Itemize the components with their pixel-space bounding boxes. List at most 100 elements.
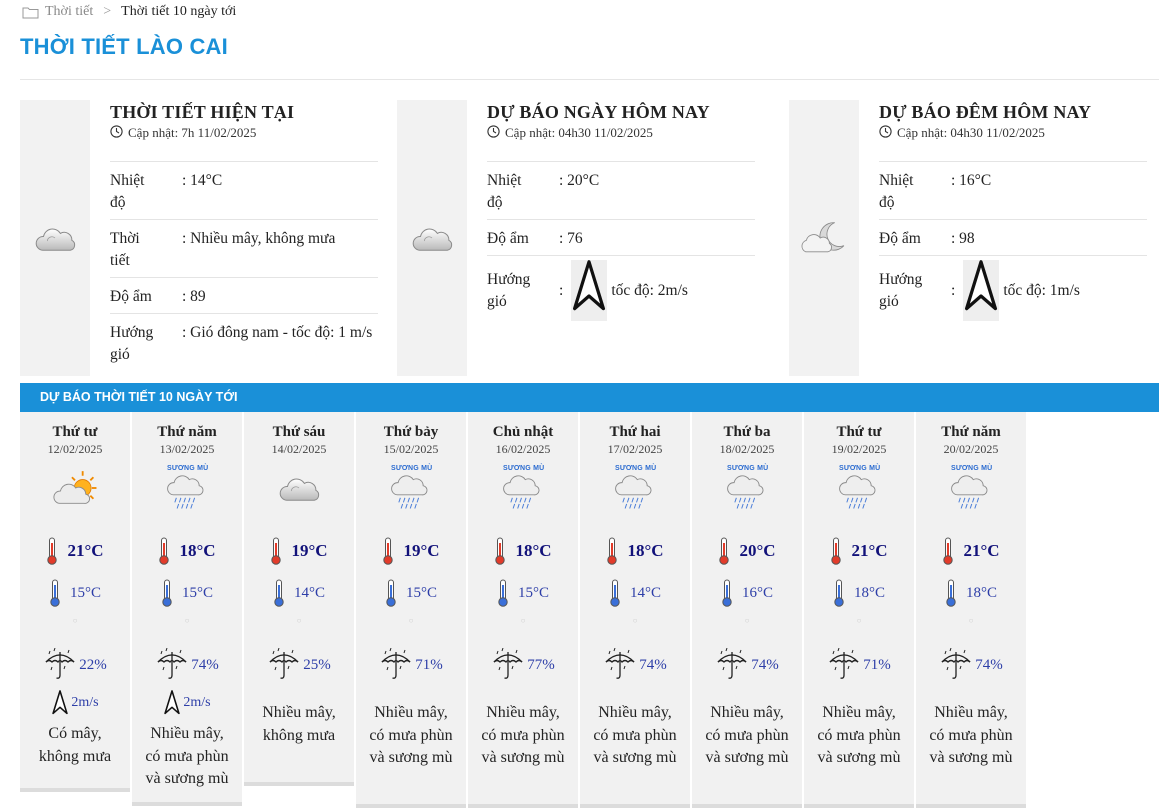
wind-speed: 2m/s bbox=[183, 695, 211, 710]
rain-chance-value: 74% bbox=[639, 656, 667, 673]
clock-icon bbox=[487, 124, 505, 142]
day-description: Nhiều mây, có mưa phùn và sương mù bbox=[804, 702, 914, 770]
day-card-shadow bbox=[804, 804, 914, 808]
panel-row-value-cell: : 76 bbox=[559, 228, 755, 250]
rain-chance-value: 74% bbox=[191, 656, 219, 673]
panel-row-key: Hướng gió bbox=[110, 324, 154, 363]
temp-max-value: 18°C bbox=[515, 541, 552, 560]
temp-min-value: 15°C bbox=[517, 584, 549, 601]
weather-panel-3: DỰ BÁO ĐÊM HÔM NAY Cập nhật: 04h30 11/02… bbox=[789, 100, 1159, 376]
temp-min: 16°C bbox=[692, 579, 802, 607]
temp-max: 21°C bbox=[20, 537, 130, 565]
panel-row-key: Độ ẩm bbox=[487, 230, 529, 247]
rain-chance: 74% bbox=[692, 648, 802, 682]
wind-spacer bbox=[468, 682, 578, 696]
day-description-line: Nhiều mây, bbox=[710, 704, 784, 721]
temp-max: 18°C bbox=[580, 537, 690, 565]
breadcrumb-home-link[interactable]: Thời tiết bbox=[45, 4, 93, 20]
day-description-line: Nhiều mây, bbox=[598, 704, 672, 721]
temp-min: 15°C bbox=[20, 579, 130, 607]
temp-min-value: 14°C bbox=[629, 584, 661, 601]
temp-min-value: 18°C bbox=[853, 584, 885, 601]
panel-title: THỜI TIẾT HIỆN TẠI bbox=[110, 102, 295, 122]
panel-row: Thời tiết : Nhiều mây, không mưa bbox=[110, 220, 378, 278]
temp-min-value: 16°C bbox=[741, 584, 773, 601]
panel-row-key: Độ ẩm bbox=[110, 288, 152, 305]
wind-spacer bbox=[580, 682, 690, 696]
day-description-line: và sương mù bbox=[929, 749, 1013, 766]
panel-row-value: : 16°C bbox=[951, 172, 992, 189]
day-name: Chủ nhật bbox=[492, 424, 554, 440]
day-description-line: và sương mù bbox=[705, 749, 789, 766]
forecast-day-7[interactable]: Thứ ba 18/02/2025 SƯƠNG MÙ 20°C 16°C ○ 7… bbox=[692, 412, 802, 808]
temp-min: 15°C bbox=[132, 579, 242, 607]
forecast-day-5[interactable]: Chủ nhật 16/02/2025 SƯƠNG MÙ 18°C 15°C ○ bbox=[468, 412, 578, 808]
temp-min-value: 14°C bbox=[293, 584, 325, 601]
rain-chance-value: 71% bbox=[863, 656, 891, 673]
day-name: Thứ năm bbox=[157, 424, 217, 440]
fog-rain-icon: SƯƠNG MÙ bbox=[804, 460, 914, 516]
umbrella-rain-icon bbox=[827, 648, 863, 682]
panel-update-time: Cập nhật: 04h30 11/02/2025 bbox=[879, 124, 1147, 162]
panel-row-key: Nhiệt độ bbox=[110, 172, 145, 211]
forecast-day-9[interactable]: Thứ năm 20/02/2025 SƯƠNG MÙ 21°C 18°C ○ bbox=[916, 412, 1026, 808]
temp-max-value: 21°C bbox=[963, 541, 1000, 560]
moon-cloud-icon bbox=[789, 100, 859, 376]
day-date: 15/02/2025 bbox=[383, 442, 439, 456]
panel-row-value: : Nhiều mây, không mưa bbox=[182, 230, 336, 247]
day-description-line: Nhiều mây, bbox=[150, 725, 224, 742]
forecast-day-6[interactable]: Thứ hai 17/02/2025 SƯƠNG MÙ 18°C 14°C ○ bbox=[580, 412, 690, 808]
umbrella-rain-icon bbox=[491, 648, 527, 682]
wind-arrow-icon bbox=[51, 690, 69, 716]
cloudy-icon bbox=[20, 100, 90, 376]
day-description-line: Nhiều mây, bbox=[822, 704, 896, 721]
dot-marker: ○ bbox=[184, 616, 190, 625]
day-description-line: và sương mù bbox=[145, 770, 229, 787]
rain-chance: 74% bbox=[916, 648, 1026, 682]
day-description-line: có mưa phùn bbox=[705, 726, 789, 744]
rain-chance: 22% bbox=[20, 648, 130, 682]
umbrella-rain-icon bbox=[43, 648, 79, 682]
wind-spacer bbox=[804, 682, 914, 696]
update-text: Cập nhật: 04h30 11/02/2025 bbox=[897, 125, 1045, 140]
temp-min: 14°C bbox=[244, 579, 354, 607]
temp-min-value: 15°C bbox=[405, 584, 437, 601]
fog-rain-icon: SƯƠNG MÙ bbox=[356, 460, 466, 516]
forecast-grid: Thứ tư 12/02/2025 21°C 15°C ○ 22% 2m/s C bbox=[20, 412, 1159, 811]
umbrella-rain-icon bbox=[603, 648, 639, 682]
wind-arrow-icon bbox=[163, 690, 181, 716]
umbrella-rain-icon bbox=[715, 648, 751, 682]
day-description-line: và sương mù bbox=[817, 749, 901, 766]
panel-row-value-cell: : Gió đông nam - tốc độ: 1 m/s bbox=[182, 322, 378, 366]
temp-max-value: 19°C bbox=[291, 541, 328, 560]
panel-row-value-cell: : Nhiều mây, không mưa bbox=[182, 228, 378, 272]
forecast-day-3[interactable]: Thứ sáu 14/02/2025 19°C 14°C ○ 25% Nhiều… bbox=[244, 412, 354, 786]
temp-max-value: 21°C bbox=[67, 541, 104, 560]
wind-spacer bbox=[356, 682, 466, 696]
forecast-day-2[interactable]: Thứ năm 13/02/2025 SƯƠNG MÙ 18°C 15°C ○ bbox=[132, 412, 242, 806]
forecast-day-8[interactable]: Thứ tư 19/02/2025 SƯƠNG MÙ 21°C 18°C ○ 7… bbox=[804, 412, 914, 808]
day-name: Thứ năm bbox=[941, 424, 1001, 440]
day-description: Nhiều mây, có mưa phùn và sương mù bbox=[468, 702, 578, 770]
panel-info: DỰ BÁO ĐÊM HÔM NAY Cập nhật: 04h30 11/02… bbox=[879, 100, 1147, 323]
dot-marker: ○ bbox=[968, 616, 974, 625]
panel-title: DỰ BÁO ĐÊM HÔM NAY bbox=[879, 102, 1092, 122]
day-name: Thứ bảy bbox=[383, 424, 439, 440]
title-divider bbox=[20, 79, 1159, 80]
day-description-line: có mưa phùn bbox=[481, 726, 565, 744]
forecast-day-1[interactable]: Thứ tư 12/02/2025 21°C 15°C ○ 22% 2m/s C bbox=[20, 412, 130, 792]
day-description: Nhiều mây, có mưa phùn và sương mù bbox=[916, 702, 1026, 770]
umbrella-rain-icon bbox=[267, 648, 303, 682]
panel-title: DỰ BÁO NGÀY HÔM NAY bbox=[487, 102, 710, 122]
day-description-line: Nhiều mây, bbox=[374, 704, 448, 721]
panel-update-time: Cập nhật: 04h30 11/02/2025 bbox=[487, 124, 755, 162]
day-date: 16/02/2025 bbox=[495, 442, 551, 456]
forecast-day-4[interactable]: Thứ bảy 15/02/2025 SƯƠNG MÙ 19°C 15°C ○ bbox=[356, 412, 466, 808]
temp-min: 18°C bbox=[916, 579, 1026, 607]
wind-spacer bbox=[916, 682, 1026, 696]
panel-row-value-cell: : tốc độ: 2m/s bbox=[559, 260, 755, 321]
day-card-shadow bbox=[692, 804, 802, 808]
temp-max: 20°C bbox=[692, 537, 802, 565]
temp-max: 21°C bbox=[804, 537, 914, 565]
dot-marker: ○ bbox=[72, 616, 78, 625]
